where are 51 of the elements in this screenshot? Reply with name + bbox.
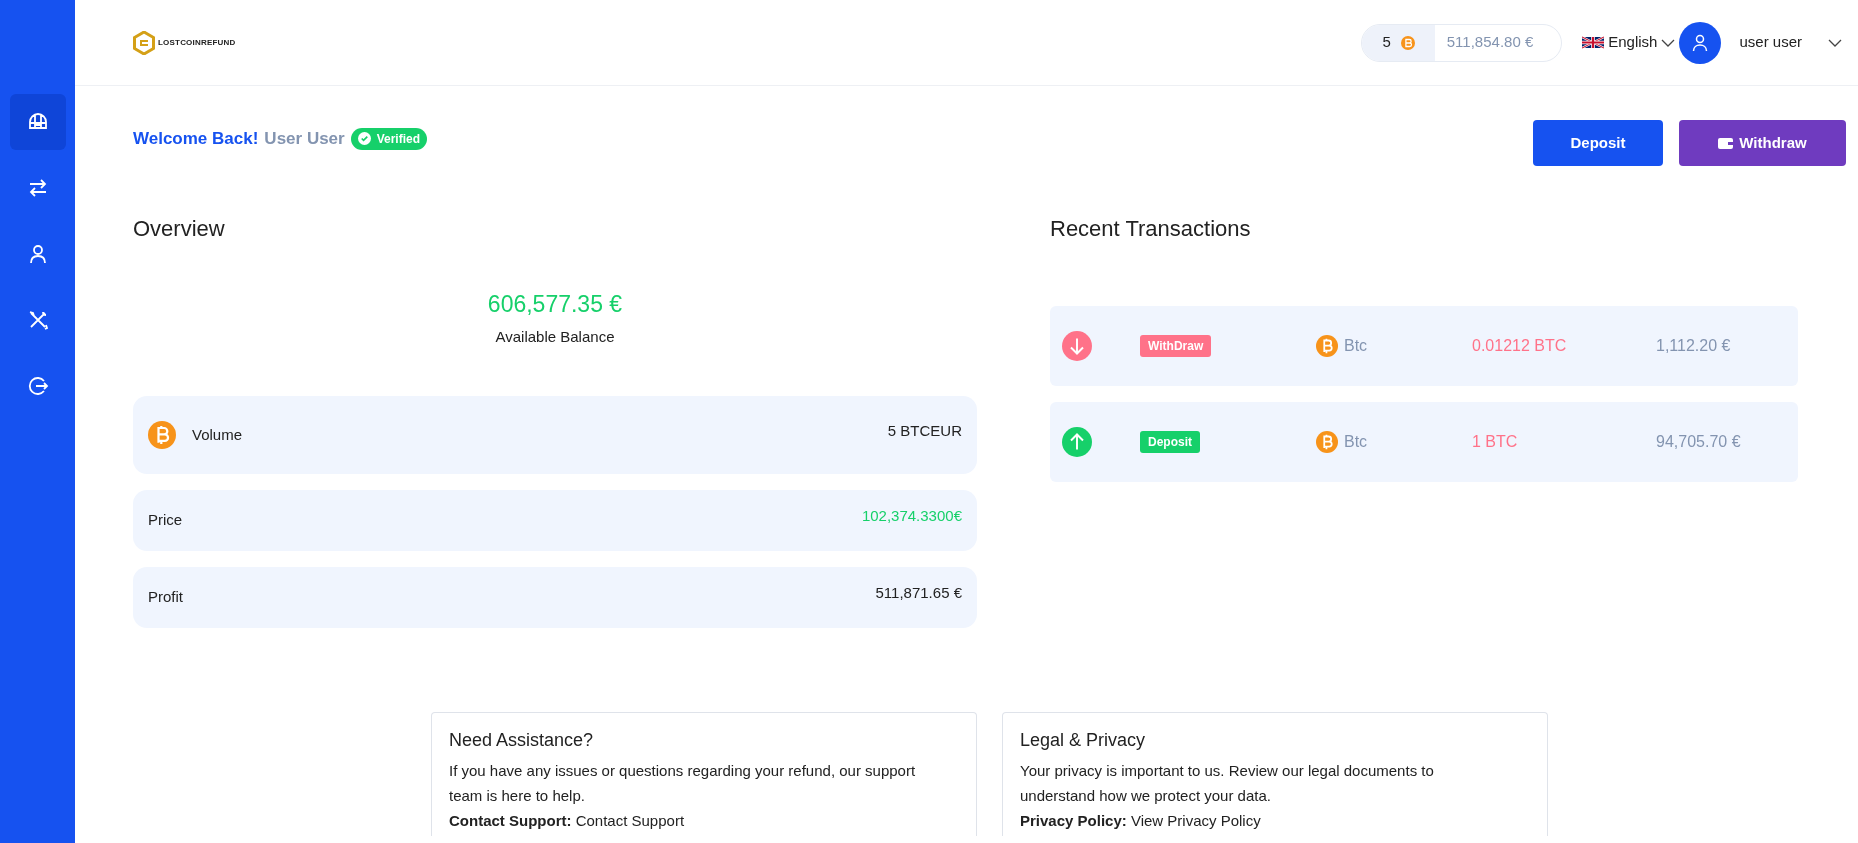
wallet-icon bbox=[1718, 136, 1734, 150]
stat-value: 511,871.65 € bbox=[875, 583, 962, 604]
bitcoin-icon bbox=[1400, 35, 1415, 50]
card-title: Need Assistance? bbox=[449, 729, 595, 752]
type-badge: Deposit bbox=[1140, 431, 1200, 453]
welcome-text: Welcome Back! bbox=[133, 128, 259, 150]
avatar-icon bbox=[1679, 21, 1722, 64]
section-title: Overview bbox=[133, 215, 226, 243]
crypto-amount: 0.01212 BTC bbox=[1472, 336, 1568, 356]
link-label: Contact Support: bbox=[449, 812, 572, 829]
card-title: Legal & Privacy bbox=[1020, 729, 1147, 752]
stat-label: Profit bbox=[148, 587, 183, 608]
link-label: Privacy Policy: bbox=[1020, 812, 1127, 829]
user-name: User User bbox=[264, 128, 345, 150]
stat-value: 102,374.3300€ bbox=[861, 506, 962, 527]
arrow-down-icon bbox=[1062, 331, 1092, 361]
stat-label: Volume bbox=[192, 424, 243, 445]
language-selector[interactable]: English bbox=[1582, 31, 1676, 54]
fiat-value: 94,705.70 € bbox=[1656, 432, 1742, 452]
card-link[interactable]: View Privacy Policy bbox=[1130, 812, 1261, 829]
bitcoin-icon bbox=[1316, 335, 1338, 357]
card-text: Your privacy is important to us. Review our legal documents to understand how we protect your data. bbox=[1020, 761, 1435, 806]
coin-count: 5 bbox=[1382, 32, 1391, 53]
section-title: Recent Transactions bbox=[1050, 215, 1252, 243]
user-menu[interactable]: user user bbox=[1679, 21, 1842, 64]
logo-text: LOSTCOINREFUND bbox=[158, 36, 236, 49]
flag-icon bbox=[1582, 36, 1605, 49]
crypto-amount: 1 BTC bbox=[1472, 432, 1519, 452]
withdraw-button[interactable]: Withdraw bbox=[1679, 120, 1846, 166]
logout-icon bbox=[26, 375, 49, 397]
bitcoin-icon bbox=[148, 421, 176, 449]
stat-label: Price bbox=[148, 510, 183, 531]
check-icon bbox=[357, 132, 371, 146]
balance-amount: 511,854.80 € bbox=[1445, 32, 1535, 53]
arrow-up-icon bbox=[1062, 427, 1092, 457]
currency: Btc bbox=[1344, 336, 1368, 356]
chevron-down-icon bbox=[1661, 37, 1676, 48]
fiat-value: 1,112.20 € bbox=[1656, 336, 1732, 356]
card-text: If you have any issues or questions regarding your refund, our support team is here to help. bbox=[449, 761, 917, 806]
logo-icon bbox=[133, 30, 155, 55]
deposit-button[interactable]: Deposit bbox=[1533, 120, 1663, 166]
available-balance: 606,577.35 € bbox=[487, 290, 623, 319]
chevron-down-icon bbox=[1828, 37, 1842, 48]
card-link[interactable]: Contact Support bbox=[575, 812, 685, 829]
balance-label: Available Balance bbox=[495, 326, 615, 347]
verified-badge: Verified bbox=[350, 127, 428, 150]
bitcoin-icon bbox=[1316, 431, 1338, 453]
stat-value: 5 BTCEUR bbox=[887, 420, 962, 441]
currency: Btc bbox=[1344, 432, 1368, 452]
sidebar-item[interactable] bbox=[9, 94, 66, 150]
type-badge: WithDraw bbox=[1140, 335, 1212, 357]
